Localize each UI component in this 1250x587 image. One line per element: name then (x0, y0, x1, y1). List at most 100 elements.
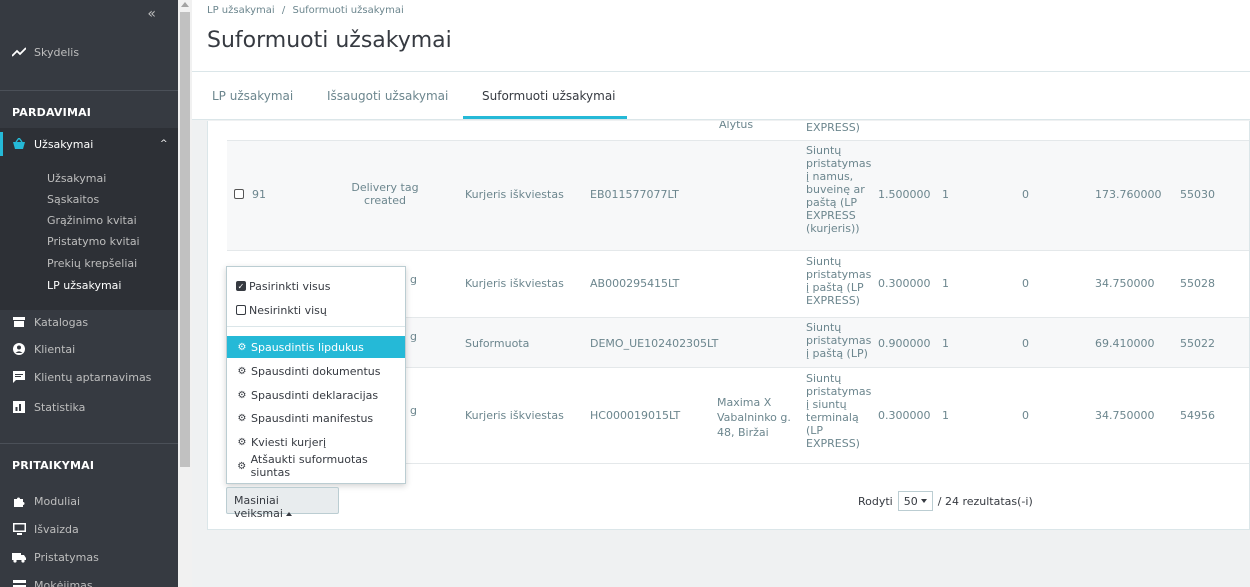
cell-cod: 0 (1022, 409, 1029, 422)
table-row: Alytus EXPRESS) (227, 121, 1249, 141)
cell-order: 55028 (1180, 277, 1215, 290)
bulk-actions-menu: ✓ Pasirinkti visus Nesirinkti visų ⚙ Spa… (226, 266, 406, 484)
sidebar-item-catalog[interactable]: Katalogas (0, 310, 178, 334)
collapse-sidebar-icon[interactable]: « (147, 6, 156, 22)
menu-item-label: Spausdintis lipdukus (251, 340, 364, 354)
tab-lp-orders[interactable]: LP užsakymai (212, 89, 293, 103)
tab-saved-orders[interactable]: Išsaugoti užsakymai (327, 89, 448, 103)
sidebar-subitem-active[interactable]: LP užsakymai (47, 279, 121, 292)
cell-tracking: AB000295415LT (590, 277, 680, 290)
cell-method: Siuntų pristatymas į namus, buveinę ar p… (806, 144, 872, 235)
sidebar-item-label: Statistika (34, 400, 86, 414)
cell-state: Suformuota (465, 337, 530, 350)
results-count: / 24 rezultatas(-i) (937, 494, 1033, 508)
cell-weight: 0.900000 (878, 337, 931, 350)
sidebar-item-modules[interactable]: Moduliai (0, 489, 178, 513)
card-icon (12, 578, 26, 587)
user-icon (12, 342, 26, 356)
sidebar-subitem[interactable]: Užsakymai (47, 172, 106, 185)
catalog-icon (12, 315, 26, 329)
cell-qty: 1 (942, 188, 949, 201)
sidebar-subitem[interactable]: Sąskaitos (47, 193, 99, 206)
sidebar-item-appearance[interactable]: Išvaizda (0, 517, 178, 541)
cell-cod: 0 (1022, 337, 1029, 350)
cell-state: Kurjeris iškviestas (465, 188, 564, 201)
menu-item-label: Spausdinti dokumentus (251, 364, 381, 378)
chat-icon (12, 370, 26, 384)
select-all-item[interactable]: ✓ Pasirinkti visus (227, 275, 405, 297)
sidebar-subitem[interactable]: Prekių krepšeliai (47, 257, 137, 270)
sidebar-divider (0, 443, 178, 444)
stats-icon (12, 400, 26, 414)
sidebar-section-sales: PARDAVIMAI (12, 106, 92, 119)
sidebar-item-customer-service[interactable]: Klientų aptarnavimas (0, 365, 178, 389)
cogs-icon: ⚙ (237, 460, 247, 472)
print-labels-item[interactable]: ⚙ Spausdintis lipdukus (227, 336, 405, 358)
cell-method: EXPRESS) (806, 121, 860, 134)
cell-order: 54956 (1180, 409, 1215, 422)
sidebar-item-label: Mokėjimas (34, 578, 93, 587)
sidebar-item-payment[interactable]: Mokėjimas (0, 573, 178, 587)
bulk-actions-button[interactable]: Masiniai veiksmai (226, 487, 339, 520)
sidebar-item-label: Klientų aptarnavimas (34, 370, 152, 384)
print-documents-item[interactable]: ⚙ Spausdinti dokumentus (227, 360, 405, 382)
breadcrumb-separator: / (281, 5, 286, 16)
monitor-icon (12, 522, 26, 536)
sidebar-item-dashboard[interactable]: Skydelis (0, 40, 178, 64)
sidebar-item-label: Išvaizda (34, 522, 79, 536)
print-declarations-item[interactable]: ⚙ Spausdinti deklaracijas (227, 384, 405, 406)
cell-status: g (410, 330, 417, 343)
sidebar-item-clients[interactable]: Klientai (0, 337, 178, 361)
checked-box-icon: ✓ (236, 281, 246, 291)
cell-qty: 1 (942, 409, 949, 422)
cell-order: 55022 (1180, 337, 1215, 350)
caret-up-icon (285, 512, 292, 516)
sidebar-subitem[interactable]: Pristatymo kvitai (47, 235, 140, 248)
tab-formed-orders[interactable]: Suformuoti užsakymai (482, 89, 616, 103)
page-size-value: 50 (903, 494, 918, 508)
print-manifests-item[interactable]: ⚙ Spausdinti manifestus (227, 407, 405, 429)
cell-weight: 0.300000 (878, 409, 931, 422)
page-title: Suformuoti užsakymai (207, 28, 452, 53)
sidebar-subitem[interactable]: Grąžinimo kvitai (47, 214, 137, 227)
table-row: 91 Delivery tag created Kurjeris iškvies… (227, 141, 1249, 251)
bulk-actions-label: Masiniai veiksmai (234, 494, 283, 520)
pager-label: Rodyti (858, 494, 893, 508)
trend-icon (12, 45, 26, 59)
menu-item-label: Spausdinti manifestus (251, 411, 374, 425)
sidebar-section-customize: PRITAIKYMAI (12, 459, 95, 472)
scroll-up-icon[interactable] (181, 2, 189, 7)
breadcrumb-parent[interactable]: LP užsakymai (207, 5, 275, 16)
basket-icon (12, 137, 26, 151)
sidebar-scrollbar[interactable] (178, 0, 192, 587)
call-courier-item[interactable]: ⚙ Kviesti kurjerį (227, 431, 405, 453)
cell-total: 34.750000 (1095, 409, 1155, 422)
cancel-shipments-item[interactable]: ⚙ Atšaukti suformuotas siuntas (227, 453, 405, 479)
chevron-up-icon: ^ (160, 139, 168, 149)
menu-item-label: Spausdinti deklaracijas (251, 388, 379, 402)
active-tab-underline (463, 116, 627, 119)
cell-address: Maxima X Vabalninko g. 48, Biržai (717, 396, 791, 439)
tab-bar: LP užsakymai Išsaugoti užsakymai Suformu… (192, 72, 1250, 120)
cell-tracking: DEMO_UE102402305LT (590, 337, 719, 350)
empty-box-icon (236, 305, 246, 315)
sidebar-item-statistics[interactable]: Statistika (0, 395, 178, 419)
scrollbar-thumb[interactable] (180, 12, 190, 467)
cell-state: Kurjeris iškviestas (465, 277, 564, 290)
menu-item-label: Pasirinkti visus (249, 279, 331, 293)
puzzle-icon (12, 494, 26, 508)
cell-state: Kurjeris iškviestas (465, 409, 564, 422)
breadcrumb: LP užsakymai / Suformuoti užsakymai (207, 5, 404, 16)
cogs-icon: ⚙ (237, 341, 247, 353)
page-size-select[interactable]: 50 (897, 491, 933, 511)
sidebar-item-shipping[interactable]: Pristatymas (0, 545, 178, 569)
caret-down-icon (920, 499, 927, 503)
sidebar-item-orders[interactable]: Užsakymai ^ (0, 132, 178, 156)
cogs-icon: ⚙ (237, 365, 247, 377)
cell-total: 173.760000 (1095, 188, 1162, 201)
cell-status: g (410, 404, 417, 417)
cell-method: Siuntų pristatymas į paštą (LP) (806, 321, 872, 360)
cell-id: 91 (252, 188, 266, 201)
row-checkbox[interactable] (234, 189, 244, 199)
deselect-all-item[interactable]: Nesirinkti visų (227, 299, 405, 321)
